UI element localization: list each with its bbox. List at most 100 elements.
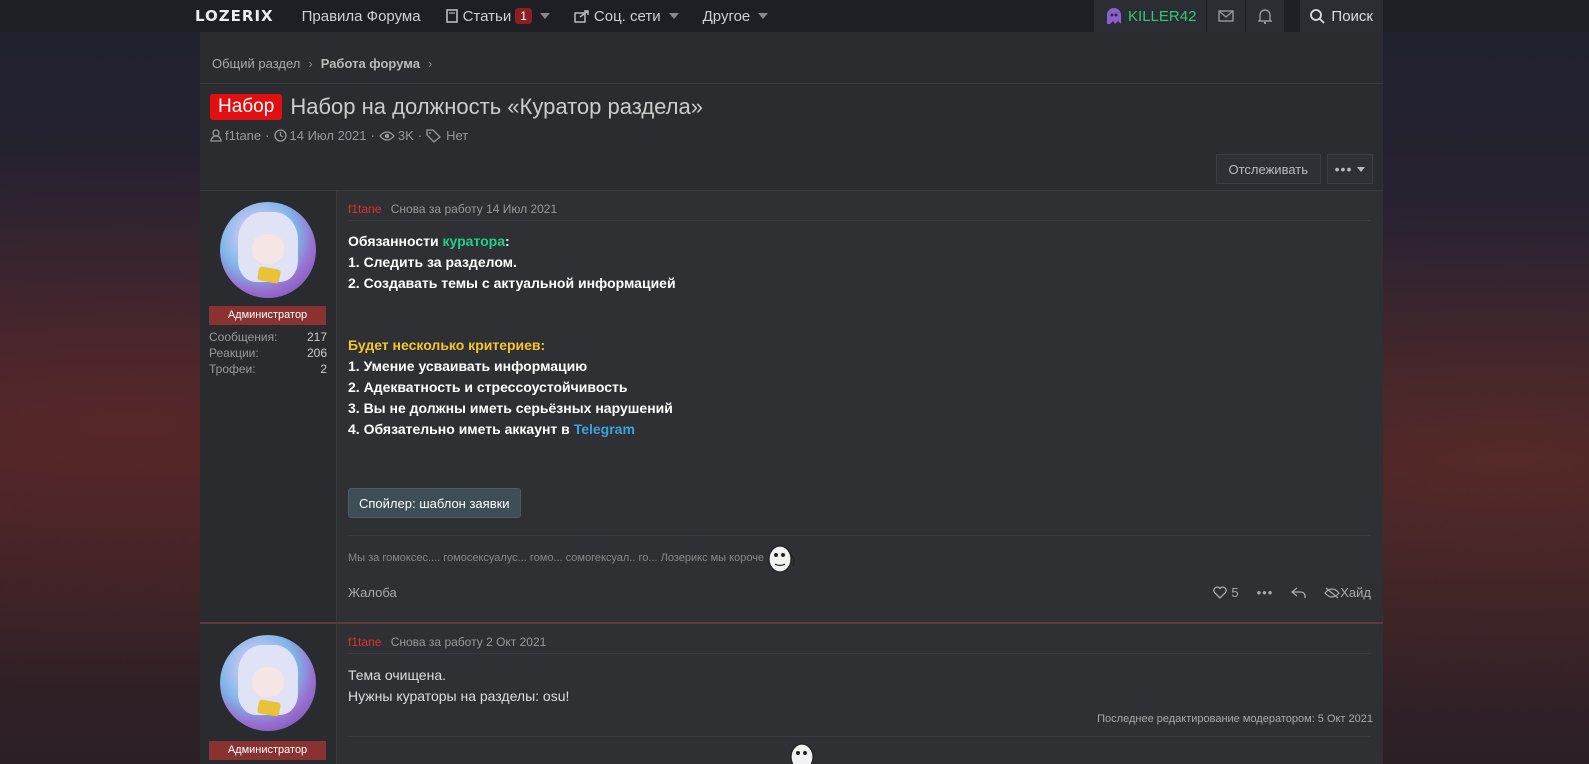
thread-prefix-badge[interactable]: Набор — [210, 94, 283, 120]
search-label: Поиск — [1331, 7, 1373, 25]
breadcrumb-item[interactable]: Общий раздел — [212, 56, 300, 71]
user-menu[interactable]: KILLER42 — [1094, 0, 1207, 32]
nav-social-label: Соц. сети — [593, 7, 661, 25]
eye-icon — [378, 130, 395, 141]
stat-value: 206 — [306, 346, 327, 360]
like-count: 5 — [1231, 585, 1239, 600]
separator: · — [417, 128, 423, 143]
book-icon — [445, 9, 458, 23]
stat-label: Сообщения: — [209, 330, 278, 344]
divider — [348, 736, 1371, 737]
hide-button[interactable]: Хайд — [1324, 585, 1371, 600]
chevron-down-icon[interactable] — [539, 13, 550, 19]
hide-label: Хайд — [1340, 585, 1371, 600]
chevron-down-icon[interactable] — [668, 13, 679, 19]
post-text: Нужны кураторы на разделы: osu! — [348, 688, 570, 704]
divider — [348, 220, 1371, 221]
spoiler-button[interactable]: Спойлер: шаблон заявки — [348, 488, 521, 518]
more-dots-icon: ••• — [1334, 161, 1353, 177]
stat-label: Трофеи: — [209, 362, 256, 376]
nav-rules[interactable]: Правила Форума — [302, 8, 421, 25]
ghost-avatar-icon — [1107, 8, 1122, 24]
stat-value: 2 — [320, 362, 327, 376]
eye-slash-icon — [1324, 587, 1341, 598]
reply-button[interactable] — [1291, 586, 1306, 599]
post-date[interactable]: 14 Июл 2021 — [486, 202, 557, 216]
user-signature: Мы за гомоксес.... гомосексуалус... гомо… — [348, 542, 798, 574]
site-logo[interactable]: LOZERIX — [195, 7, 274, 25]
top-navigation: LOZERIX Правила Форума Статьи 1 Соц. сет… — [0, 0, 1589, 32]
user-icon — [210, 129, 222, 142]
search-button[interactable]: Поиск — [1300, 0, 1383, 32]
post-date[interactable]: 2 Окт 2021 — [486, 635, 546, 649]
watch-button[interactable]: Отслеживать — [1215, 154, 1321, 184]
breadcrumb-item[interactable]: Работа форума — [321, 56, 420, 71]
chevron-right-icon: › — [427, 56, 433, 71]
chevron-right-icon: › — [308, 56, 313, 71]
nav-social[interactable]: Соц. сети — [574, 8, 679, 25]
post-header: f1tane Снова за работу 2 Окт 2021 — [348, 635, 546, 649]
telegram-link[interactable]: Telegram — [574, 421, 635, 437]
signature-text: Мы за гомоксес.... гомосексуалус... гомо… — [348, 552, 765, 564]
tags-icon — [426, 128, 442, 143]
alerts-button[interactable] — [1246, 0, 1285, 32]
like-button[interactable]: 5 — [1213, 585, 1239, 600]
inbox-button[interactable] — [1207, 0, 1246, 32]
user-status: Снова за работу — [390, 202, 483, 216]
post: Администратор Сообщения: 217 Реакции: 206 … — [200, 190, 1383, 622]
user-role-badge: Администратор — [209, 306, 326, 325]
post-text: 1. Умение усваивать информацию — [348, 358, 588, 374]
post-text: 4. Обязательно иметь аккаунт в — [348, 421, 574, 437]
reply-icon — [1291, 586, 1306, 598]
post-text-highlight: Будет несколько критериев: — [348, 337, 546, 353]
post-footer: Жалоба 5 ••• Хайд — [348, 585, 1371, 600]
avatar[interactable] — [220, 202, 316, 298]
post-content: Обязанности куратора: 1. Следить за разд… — [348, 231, 676, 440]
stat-label: Реакции: — [209, 346, 259, 360]
articles-count-badge: 1 — [515, 8, 532, 24]
thread-date[interactable]: 14 Июл 2021 — [290, 128, 367, 143]
post-more-button[interactable]: ••• — [1257, 585, 1274, 600]
edited-note: Последнее редактирование модератором: 5 … — [1097, 713, 1373, 725]
chevron-down-icon[interactable] — [758, 13, 769, 19]
post-user-info: Администратор — [200, 624, 337, 764]
user-status: Снова за работу — [390, 635, 483, 649]
thread-author[interactable]: f1tane — [225, 128, 261, 143]
post-text: : — [505, 233, 510, 249]
nav-other[interactable]: Другое — [703, 8, 769, 25]
post-text: 1. Следить за разделом. — [348, 254, 517, 270]
post-text: 2. Адекватность и стрессоустойчивость — [348, 379, 628, 395]
thread-meta: f1tane · 14 Июл 2021 · 3K · Нет — [210, 128, 468, 143]
report-button[interactable]: Жалоба — [348, 585, 397, 600]
separator: · — [370, 128, 375, 143]
heart-icon — [1213, 586, 1228, 599]
username: KILLER42 — [1128, 7, 1197, 25]
post-content: Тема очищена. Нужны кураторы на разделы:… — [348, 665, 569, 707]
thread-title: Набор на должность «Куратор раздела» — [290, 94, 703, 119]
post-text: 2. Создавать темы с актуальной информаци… — [348, 275, 676, 291]
nav-articles[interactable]: Статьи 1 — [445, 8, 550, 25]
divider — [200, 83, 1383, 84]
post: Администратор f1tane Снова за работу 2 О… — [200, 622, 1383, 764]
clock-icon — [273, 129, 287, 142]
signature-sticker-icon — [768, 545, 795, 573]
post-header: f1tane Снова за работу 14 Июл 2021 — [348, 202, 557, 216]
thread-tags: Нет — [446, 128, 469, 143]
user-stats: Сообщения: 217 Реакции: 206 Трофеи: 2 — [209, 330, 327, 378]
breadcrumb: Общий раздел › Работа форума › — [212, 56, 440, 71]
post-author[interactable]: f1tane — [348, 635, 381, 649]
thread-views: 3K — [397, 128, 414, 143]
post-author[interactable]: f1tane — [348, 202, 381, 216]
nav-other-label: Другое — [702, 7, 751, 25]
thread-panel: Общий раздел › Работа форума › Набор Наб… — [200, 32, 1383, 764]
avatar[interactable] — [220, 635, 316, 731]
search-icon — [1310, 8, 1326, 24]
thread-title-row: Набор Набор на должность «Куратор раздел… — [210, 94, 703, 120]
post-user-info: Администратор Сообщения: 217 Реакции: 206 … — [200, 191, 337, 622]
bell-icon — [1258, 9, 1273, 24]
post-text: Обязанности — [348, 233, 443, 249]
thread-more-button[interactable]: ••• — [1327, 154, 1373, 184]
envelope-icon — [1218, 10, 1235, 22]
chevron-down-icon — [1357, 166, 1366, 172]
post-text: Тема очищена. — [348, 667, 446, 683]
